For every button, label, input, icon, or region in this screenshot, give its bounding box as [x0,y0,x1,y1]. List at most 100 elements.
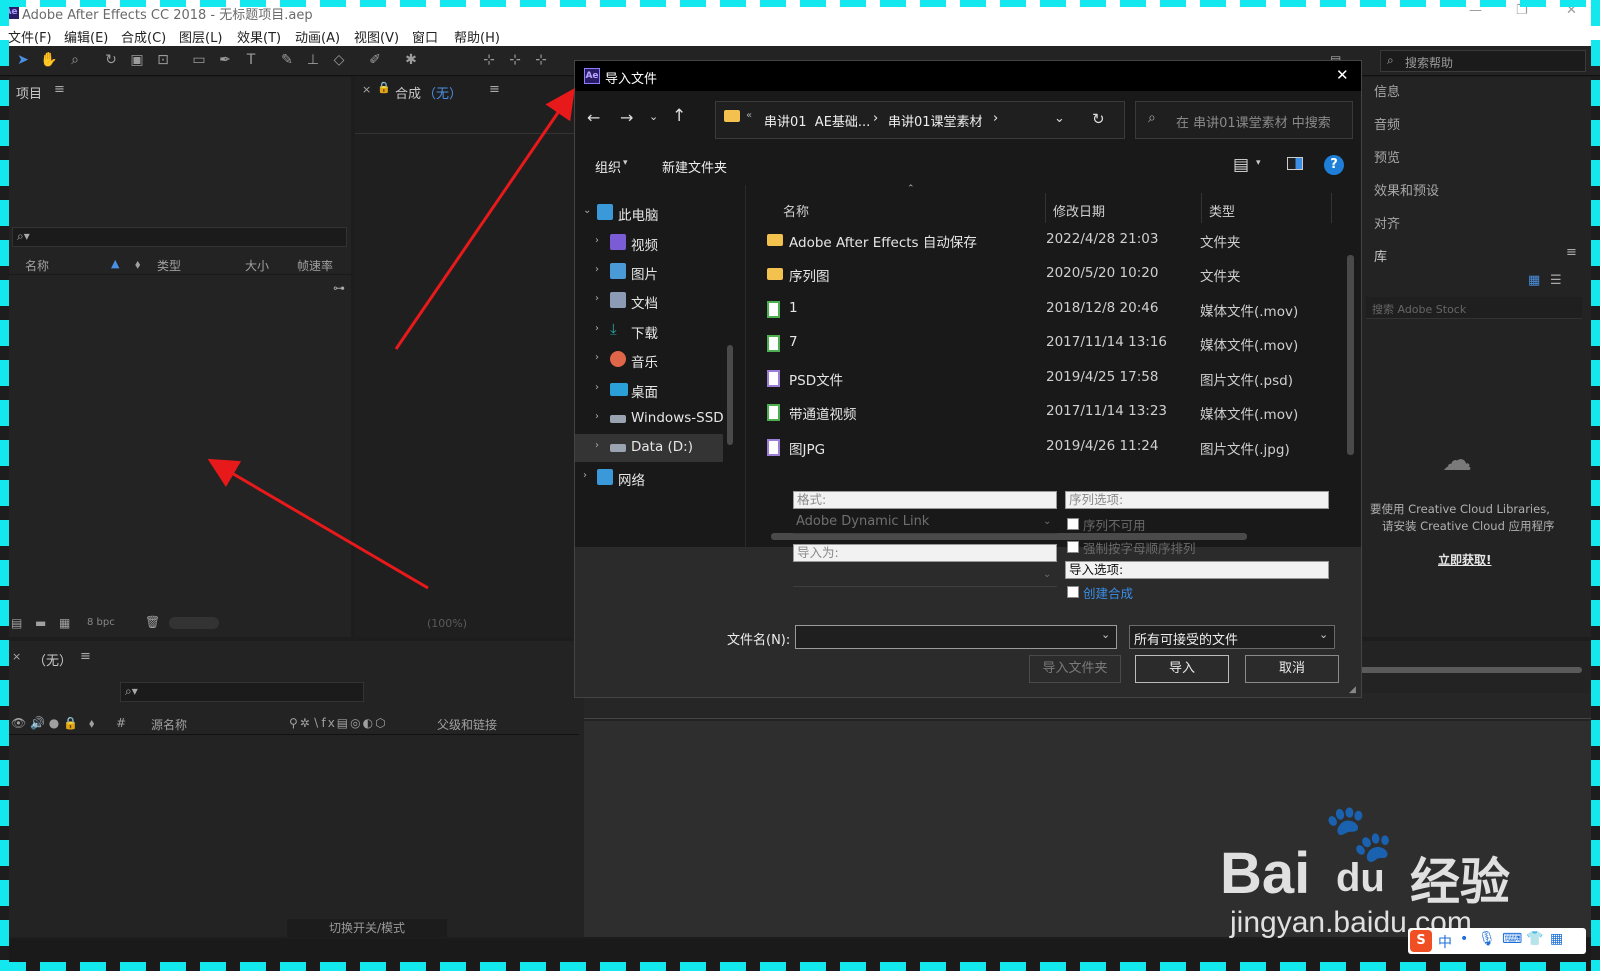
tree-item-videos[interactable]: › 视频 [575,229,725,257]
new-folder-button[interactable]: 新建文件夹 [662,157,727,176]
collapsed-chevron-icon[interactable]: › [583,470,587,481]
column-divider[interactable] [1331,193,1332,223]
column-number[interactable]: # [116,716,126,730]
local-axis-icon[interactable]: ⊹ [480,51,498,69]
world-axis-icon[interactable]: ⊹ [506,51,524,69]
thumbnail-slider[interactable] [169,617,219,629]
tree-item-desktop[interactable]: › 桌面 [575,376,725,404]
refresh-icon[interactable]: ↻ [1092,110,1105,128]
view-dropdown-icon[interactable]: ▾ [1256,158,1261,168]
zoom-tool-icon[interactable]: ⌕ [66,51,84,69]
panel-menu-icon[interactable]: ≡ [489,82,500,97]
dropdown-chevron-icon[interactable]: ⌄ [1101,628,1110,641]
panel-menu-icon[interactable]: ≡ [54,82,65,97]
selection-tool-icon[interactable]: ➤ [14,51,32,69]
collapsed-chevron-icon[interactable]: › [595,382,599,393]
cancel-button[interactable]: 取消 [1245,655,1339,683]
menu-layer[interactable]: 图层(L) [179,27,222,46]
file-row[interactable]: 图JPG 2019/4/26 11:24 图片文件(.jpg) [763,430,1333,464]
new-composition-icon[interactable]: ▦ [59,616,70,630]
column-divider[interactable] [1201,193,1202,223]
ime-language[interactable]: 中 [1438,932,1452,952]
tree-item-documents[interactable]: › 文档 [575,287,725,315]
force-alphabetical-checkbox[interactable] [1067,541,1079,553]
view-options-icon[interactable]: ▤ [1233,155,1249,175]
address-bar[interactable]: « 串讲01 AE基础... › 串讲01课堂素材 › ⌄ ↻ [715,101,1125,139]
format-select[interactable]: Adobe Dynamic Link ⌄ [793,512,1057,534]
column-name[interactable]: 名称 [25,257,49,274]
list-view-icon[interactable]: ☰ [1550,273,1562,288]
lock-icon[interactable]: 🔒 [377,81,391,94]
close-tab-icon[interactable]: × [362,83,371,96]
collapsed-chevron-icon[interactable]: › [595,411,599,422]
column-divider[interactable] [1045,193,1046,223]
file-row[interactable]: Adobe After Effects 自动保存 2022/4/28 21:03… [763,223,1333,257]
tree-item-pictures[interactable]: › 图片 [575,258,725,286]
collapsed-chevron-icon[interactable]: › [595,352,599,363]
menu-help[interactable]: 帮助(H) [454,27,500,46]
breadcrumb-current[interactable]: 串讲01课堂素材 [888,111,983,130]
rectangle-tool-icon[interactable]: ▭ [190,51,208,69]
overflow-chevron-icon[interactable]: « [746,110,752,121]
punctuation-icon[interactable]: • [1460,931,1468,947]
skin-icon[interactable]: 👕 [1526,931,1543,947]
camera-tool-icon[interactable]: ▣ [128,51,146,69]
menu-edit[interactable]: 编辑(E) [64,27,108,46]
brush-tool-icon[interactable]: ✎ [278,51,296,69]
address-dropdown-icon[interactable]: ⌄ [1054,111,1065,126]
import-button[interactable]: 导入 [1135,655,1229,683]
expanded-chevron-icon[interactable]: ⌄ [583,205,591,216]
collapsed-chevron-icon[interactable]: › [595,264,599,275]
puppet-tool-icon[interactable]: ✱ [402,51,420,69]
stock-search-input[interactable]: 搜索 Adobe Stock [1366,297,1582,319]
av-features-icons[interactable]: 👁 🔊 ● 🔒 [11,716,78,730]
trash-icon[interactable]: 🗑 [145,615,160,629]
interpret-footage-icon[interactable]: ▤ [11,616,22,630]
recent-locations-chevron-icon[interactable]: ⌄ [649,110,658,123]
type-tool-icon[interactable]: T [242,51,260,69]
align-panel-tab[interactable]: 对齐 [1374,213,1400,232]
effects-presets-panel-tab[interactable]: 效果和预设 [1374,180,1439,199]
info-panel-tab[interactable]: 信息 [1374,81,1400,100]
sogou-logo-icon[interactable]: S [1410,930,1432,952]
switches-icons[interactable]: ⚲✲∖fx▤◎◐⬡ [289,716,388,730]
new-folder-icon[interactable]: ▬ [35,616,46,630]
microphone-icon[interactable]: 🎙 [1478,931,1496,947]
back-arrow-icon[interactable]: ← [587,108,600,127]
dialog-close-icon[interactable]: ✕ [1336,66,1349,84]
file-type-filter-select[interactable]: 所有可接受的文件 ⌄ [1129,625,1335,649]
tree-scrollbar[interactable] [727,345,733,445]
preview-panel-tab[interactable]: 预览 [1374,147,1400,166]
help-icon[interactable]: ? [1324,155,1344,175]
organize-menu[interactable]: 组织 [595,157,621,176]
timeline-track-area[interactable] [584,721,1591,937]
file-row[interactable]: 1 2018/12/8 20:46 媒体文件(.mov) [763,292,1333,326]
tree-item-this-pc[interactable]: ⌄ 此电脑 [575,199,725,227]
column-type[interactable]: 类型 [157,257,181,274]
clone-stamp-tool-icon[interactable]: ⊥ [304,51,322,69]
column-parent-link[interactable]: 父级和链接 [437,716,497,733]
roto-brush-tool-icon[interactable]: ✐ [366,51,384,69]
zoom-level[interactable]: (100%) [427,617,467,630]
menu-effect[interactable]: 效果(T) [237,27,281,46]
import-as-select[interactable]: ⌄ [793,565,1057,587]
panel-menu-icon[interactable]: ≡ [1566,245,1577,260]
toggle-switches-modes[interactable]: 切换开关/模式 [287,919,447,937]
collapsed-chevron-icon[interactable]: › [595,440,599,451]
collapsed-chevron-icon[interactable]: › [595,293,599,304]
menu-file[interactable]: 文件(F) [8,27,52,46]
file-row[interactable]: PSD文件 2019/4/25 17:58 图片文件(.psd) [763,361,1333,395]
up-arrow-icon[interactable]: ↑ [672,106,686,126]
timeline-zoom-bar[interactable] [1342,667,1582,673]
menu-window[interactable]: 窗口 [412,27,438,46]
file-row[interactable]: 带通道视频 2017/11/14 13:23 媒体文件(.mov) [763,395,1333,429]
pane-divider[interactable] [745,185,746,547]
column-source-name[interactable]: 源名称 [151,716,187,733]
get-now-link[interactable]: 立即获取! [1438,551,1491,568]
create-comp-checkbox[interactable] [1067,586,1079,598]
breadcrumb-parent[interactable]: 串讲01 AE基础... [764,111,870,130]
flowchart-icon[interactable]: ⊶ [333,281,345,295]
keyboard-icon[interactable]: ⌨ [1502,931,1522,947]
view-axis-icon[interactable]: ⊹ [532,51,550,69]
close-tab-icon[interactable]: × [12,650,21,663]
